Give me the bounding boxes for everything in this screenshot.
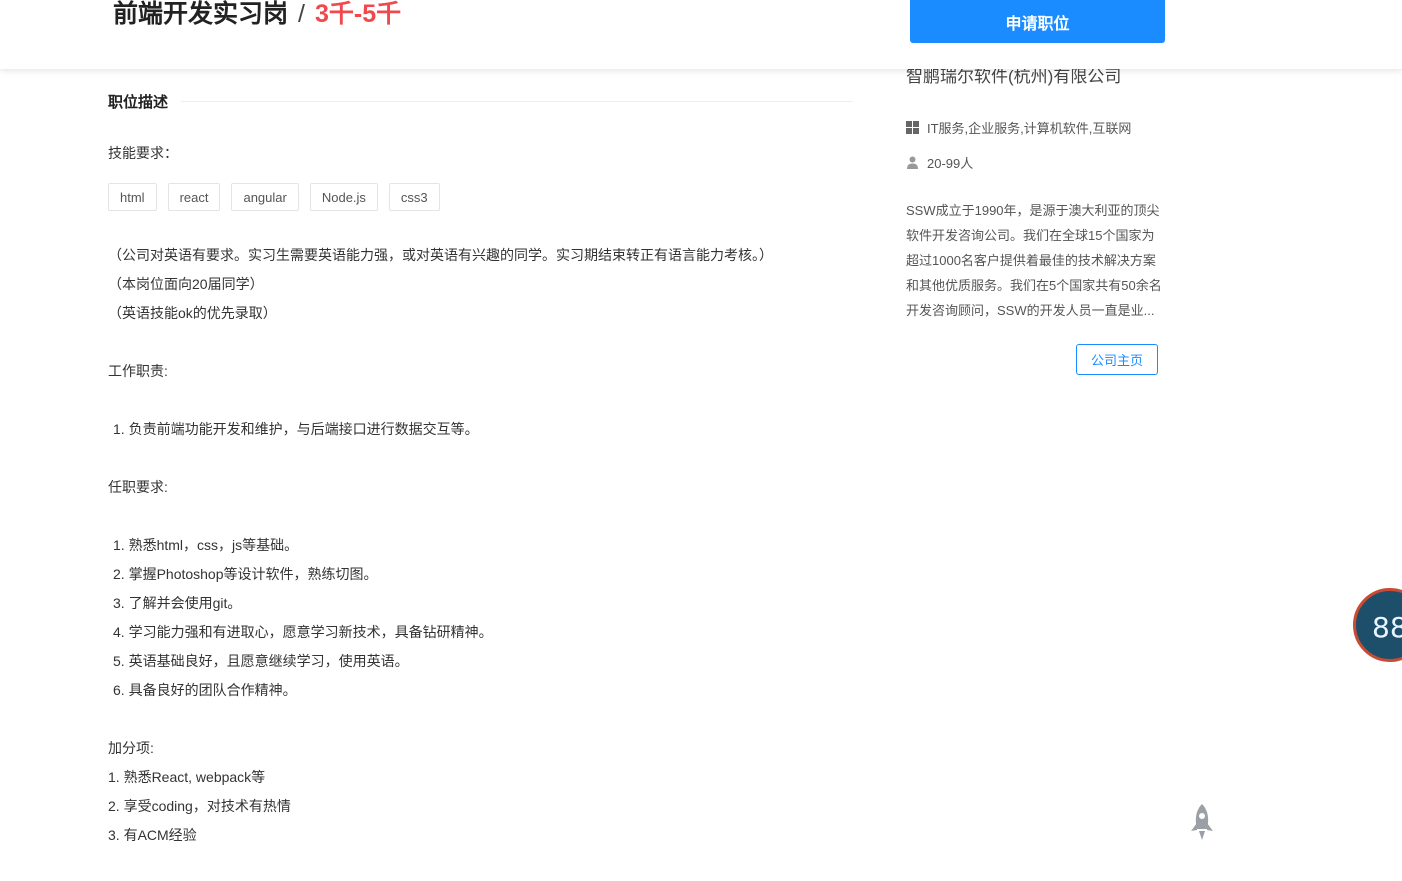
size-text: 20-99人 xyxy=(927,156,974,171)
requirement-item: 6. 具备良好的团队合作精神。 xyxy=(113,682,297,698)
job-name: 前端开发实习岗 xyxy=(113,0,289,28)
skill-tags: html react angular Node.js css3 xyxy=(108,183,451,211)
bonus-label: 加分项: xyxy=(108,740,154,756)
apply-job-button[interactable]: 申请职位 xyxy=(910,0,1165,43)
note-line: （英语技能ok的优先录取） xyxy=(108,305,277,321)
requirement-item: 5. 英语基础良好，且愿意继续学习，使用英语。 xyxy=(113,653,409,669)
company-home-button[interactable]: 公司主页 xyxy=(1076,344,1158,375)
requirement-item: 2. 掌握Photoshop等设计软件，熟练切图。 xyxy=(113,566,378,582)
industry-text: IT服务,企业服务,计算机软件,互联网 xyxy=(927,121,1132,136)
company-size: 20-99人 xyxy=(906,153,973,172)
section-header: 职位描述 xyxy=(108,88,853,114)
floating-badge[interactable]: 88 xyxy=(1353,588,1402,662)
requirement-item: 3. 了解并会使用git。 xyxy=(113,595,242,611)
job-header: 前端开发实习岗 / 3千-5千 申请职位 xyxy=(0,0,1402,69)
requirements-label: 任职要求: xyxy=(108,479,168,495)
duties-label: 工作职责: xyxy=(108,363,168,379)
badge-value: 88 xyxy=(1372,611,1402,644)
requirement-item: 4. 学习能力强和有进取心，愿意学习新技术，具备钻研精神。 xyxy=(113,624,493,640)
skill-tag: Node.js xyxy=(309,183,378,211)
note-line: （本岗位面向20届同学） xyxy=(108,276,264,292)
skill-tag: angular xyxy=(231,183,299,211)
skill-tag: html xyxy=(108,183,157,211)
skill-tag: react xyxy=(167,183,221,211)
grid-icon xyxy=(906,120,920,135)
job-title: 前端开发实习岗 / 3千-5千 xyxy=(113,0,401,30)
rocket-icon[interactable] xyxy=(1189,803,1215,841)
note-line: （公司对英语有要求。实习生需要英语能力强，或对英语有兴趣的同学。实习期结束转正有… xyxy=(108,247,773,263)
company-intro: SSW成立于1990年，是源于澳大利亚的顶尖软件开发咨询公司。我们在全球15个国… xyxy=(906,203,1162,318)
salary-range: 3千-5千 xyxy=(314,0,402,28)
bonus-item: 3. 有ACM经验 xyxy=(108,827,197,843)
duty-item: 1. 负责前端功能开发和维护，与后端接口进行数据交互等。 xyxy=(113,421,479,437)
bonus-item: 2. 享受coding，对技术有热情 xyxy=(108,798,291,814)
title-separator: / xyxy=(298,0,305,28)
section-title: 职位描述 xyxy=(108,93,169,111)
person-icon xyxy=(906,156,920,170)
section-divider xyxy=(181,100,853,102)
skill-tag: css3 xyxy=(388,183,440,211)
job-description: 职位描述 技能要求： html react angular Node.js cs… xyxy=(108,88,853,843)
skills-label: 技能要求： xyxy=(108,145,178,161)
bonus-item: 1. 熟悉React, webpack等 xyxy=(108,769,266,785)
company-industry: IT服务,企业服务,计算机软件,互联网 xyxy=(906,118,1131,137)
requirement-item: 1. 熟悉html，css，js等基础。 xyxy=(113,537,299,553)
